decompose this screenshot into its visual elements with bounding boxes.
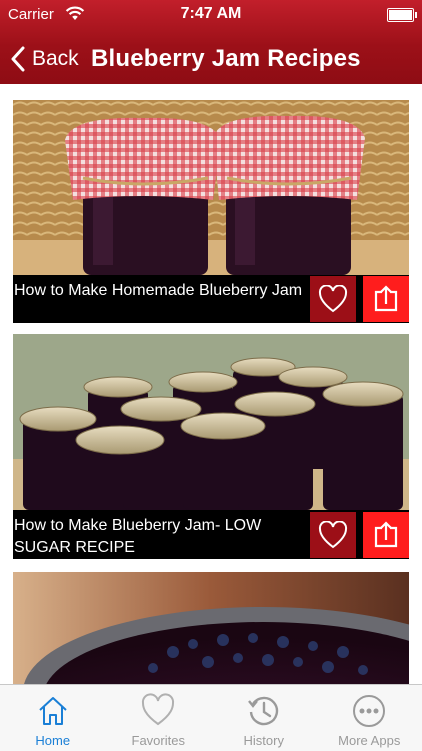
tab-bar: Home Favorites History More Apps (0, 684, 422, 751)
tab-label: Home (0, 733, 106, 748)
recipe-photo (13, 100, 409, 275)
recipe-photo (13, 572, 409, 684)
heart-icon (318, 285, 348, 313)
status-bar: Carrier 7:47 AM (0, 0, 422, 30)
recipe-caption: How to Make Homemade Blueberry Jam (13, 275, 409, 323)
tab-label: History (211, 733, 317, 748)
recipe-photo (13, 334, 409, 510)
more-icon (351, 693, 387, 729)
navigation-bar: Carrier 7:47 AM Back Blueberry Jam Recip… (0, 0, 422, 84)
battery-icon (387, 8, 414, 22)
tab-history[interactable]: History (211, 685, 317, 751)
clock: 7:47 AM (0, 5, 422, 23)
back-label: Back (32, 47, 79, 71)
tab-label: More Apps (317, 733, 422, 748)
share-icon (371, 520, 401, 550)
tab-more-apps[interactable]: More Apps (317, 685, 422, 751)
recipe-title[interactable]: How to Make Homemade Blueberry Jam (14, 280, 304, 302)
recipe-title[interactable]: How to Make Blueberry Jam- LOW SUGAR REC… (14, 515, 304, 559)
page-title: Blueberry Jam Recipes (91, 45, 361, 73)
recipe-list[interactable]: How to Make Homemade Blueberry Jam (0, 84, 422, 684)
recipe-caption: How to Make Blueberry Jam- LOW SUGAR REC… (13, 510, 409, 559)
home-icon (35, 693, 71, 729)
share-icon (371, 284, 401, 314)
favorite-button[interactable] (310, 276, 356, 322)
recipe-card[interactable]: How to Make Blueberry Jam- LOW SUGAR REC… (13, 334, 409, 559)
heart-icon (318, 521, 348, 549)
share-button[interactable] (363, 276, 409, 322)
share-button[interactable] (363, 512, 409, 558)
heart-icon (140, 693, 176, 729)
tab-favorites[interactable]: Favorites (106, 685, 212, 751)
tab-home[interactable]: Home (0, 685, 106, 751)
chevron-left-icon (10, 46, 26, 72)
recipe-card[interactable] (13, 572, 409, 684)
back-button[interactable]: Back (10, 44, 79, 74)
favorite-button[interactable] (310, 512, 356, 558)
recipe-card[interactable]: How to Make Homemade Blueberry Jam (13, 100, 409, 323)
history-icon (246, 693, 282, 729)
tab-label: Favorites (106, 733, 212, 748)
